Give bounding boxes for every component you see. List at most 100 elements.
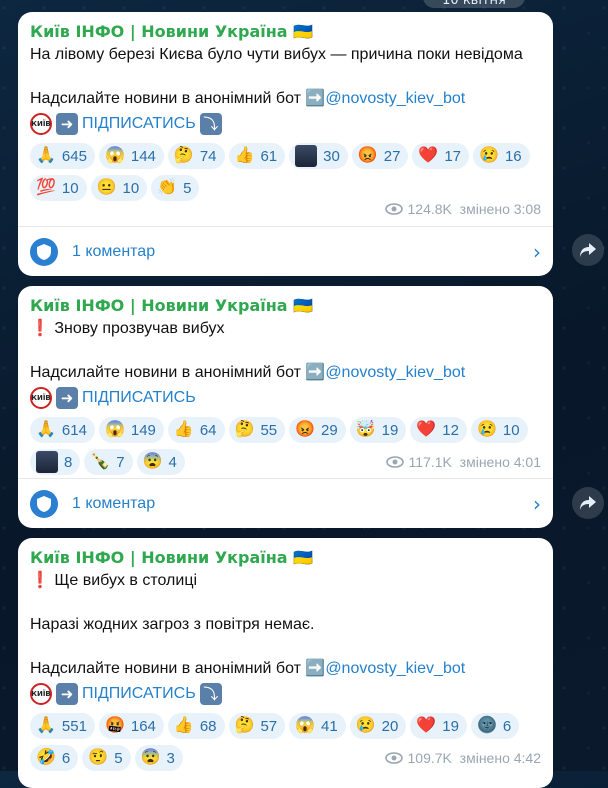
reaction-chip[interactable]: 👏 5 xyxy=(151,175,200,201)
reaction-chip[interactable]: ❤️ 12 xyxy=(410,417,467,443)
post-time: змінено 3:08 xyxy=(459,201,541,217)
post-time: змінено 4:01 xyxy=(459,454,541,470)
reaction-emoji: 😢 xyxy=(479,147,499,164)
reaction-chip[interactable]: 😢 20 xyxy=(349,713,407,739)
reaction-chip[interactable]: 😡 27 xyxy=(351,143,409,169)
channel-name[interactable]: Київ ІНФО | Новини Україна 🇺🇦 xyxy=(30,294,541,318)
reaction-count: 5 xyxy=(183,179,192,197)
channel-name[interactable]: Київ ІНФО | Новини Україна 🇺🇦 xyxy=(30,20,541,44)
comments-bar[interactable]: 1 коментар › xyxy=(18,226,553,276)
subscribe-link[interactable]: ПІДПИСАТИСЬ xyxy=(82,389,196,407)
kyiv-logo-icon: КИЇВ xyxy=(30,387,52,409)
reaction-chip[interactable]: 😐 10 xyxy=(90,175,148,201)
reaction-chip[interactable]: ❤️ 19 xyxy=(410,713,467,739)
reaction-chip[interactable]: 🤣 6 xyxy=(30,745,79,771)
reaction-chip[interactable]: 🤬 164 xyxy=(98,713,164,739)
chevron-right-icon[interactable]: › xyxy=(533,492,541,516)
reaction-emoji: 🤣 xyxy=(36,749,56,766)
reaction-emoji: 🙏 xyxy=(36,147,56,164)
reaction-emoji: 😱 xyxy=(295,717,316,734)
reaction-chip[interactable]: 😨 4 xyxy=(136,449,185,475)
reaction-count: 10 xyxy=(61,179,79,197)
reaction-chip[interactable]: 👍 64 xyxy=(167,417,225,443)
reaction-chip[interactable]: 😢 10 xyxy=(470,417,528,443)
reaction-emoji: 😡 xyxy=(295,421,316,438)
reaction-chip[interactable]: 🙏 551 xyxy=(30,713,95,739)
reaction-emoji: 🙏 xyxy=(36,717,56,734)
reaction-chip[interactable]: 8 xyxy=(30,449,81,475)
reaction-count: 27 xyxy=(383,147,401,165)
reaction-chip[interactable]: 💯 10 xyxy=(30,175,87,201)
reaction-emoji: ❤️ xyxy=(418,147,439,164)
eye-icon xyxy=(385,456,404,468)
reaction-chip[interactable]: ❤️ 17 xyxy=(412,143,470,169)
bot-link[interactable]: @novosty_kiev_bot xyxy=(325,660,465,677)
reaction-chip[interactable]: 😱 144 xyxy=(98,143,164,169)
reaction-count: 6 xyxy=(61,749,71,767)
view-count: 117.1K xyxy=(408,454,452,470)
reaction-chip[interactable]: 🤔 57 xyxy=(228,713,286,739)
reaction-chip[interactable]: 🤔 74 xyxy=(167,143,225,169)
reaction-count: 3 xyxy=(166,749,175,767)
reaction-emoji: 😐 xyxy=(96,179,117,196)
reaction-emoji: 🤬 xyxy=(104,717,125,734)
bot-link[interactable]: @novosty_kiev_bot xyxy=(325,364,465,381)
reaction-emoji: 😨 xyxy=(142,453,163,470)
reaction-chip[interactable]: 🤨 5 xyxy=(82,745,131,771)
comments-bar[interactable]: 1 коментар › xyxy=(18,478,553,528)
comments-label[interactable]: 1 коментар xyxy=(72,495,533,513)
reaction-emoji: 😱 xyxy=(104,421,125,438)
reaction-count: 12 xyxy=(442,421,459,439)
reaction-emoji: 👍 xyxy=(234,147,255,164)
eye-icon xyxy=(384,752,403,764)
reaction-chip[interactable]: 🙏 645 xyxy=(30,143,95,169)
reaction-chip[interactable]: 😢 16 xyxy=(473,143,530,169)
post-1: Київ ІНФО | Новини Україна 🇺🇦 На лівому … xyxy=(18,12,553,276)
reaction-count: 41 xyxy=(321,717,338,735)
share-button[interactable] xyxy=(572,487,604,519)
subscribe-row[interactable]: КИЇВ ➜ ПІДПИСАТИСЬ ⤵ xyxy=(30,111,541,137)
reaction-count: 68 xyxy=(199,717,217,735)
reaction-count: 144 xyxy=(130,147,156,165)
reaction-chip[interactable]: 30 xyxy=(289,143,348,169)
reaction-emoji: 🤔 xyxy=(234,717,255,734)
subscribe-row[interactable]: КИЇВ ➜ ПІДПИСАТИСЬ ⤵ xyxy=(30,681,541,707)
reaction-chip[interactable]: 😨 3 xyxy=(134,745,183,771)
bot-link[interactable]: @novosty_kiev_bot xyxy=(325,90,465,107)
reaction-chip[interactable]: 😱 41 xyxy=(289,713,346,739)
reaction-chip[interactable]: 👍 68 xyxy=(167,713,225,739)
post-meta: 117.1K змінено 4:01 xyxy=(385,454,541,470)
reaction-chip[interactable]: 👍 61 xyxy=(228,143,286,169)
post-text: ❗ Знову прозвучав вибух xyxy=(30,320,225,337)
reaction-chip[interactable]: 🤔 55 xyxy=(228,417,286,443)
reaction-emoji: 🤯 xyxy=(355,421,376,438)
bot-line: Надсилайте новини в анонімний бот ➡️@nov… xyxy=(30,658,541,680)
reaction-chip[interactable]: 🤯 19 xyxy=(349,417,407,443)
reaction-emoji: 🤔 xyxy=(173,147,194,164)
reaction-count: 6 xyxy=(502,717,512,735)
comments-label[interactable]: 1 коментар xyxy=(72,243,533,261)
subscribe-row[interactable]: КИЇВ ➜ ПІДПИСАТИСЬ xyxy=(30,385,541,411)
reaction-count: 20 xyxy=(381,717,399,735)
reaction-count: 10 xyxy=(122,179,140,197)
reaction-emoji: 🍾 xyxy=(90,453,111,470)
reaction-emoji: ❤️ xyxy=(416,421,437,438)
reaction-chip[interactable]: 😱 149 xyxy=(98,417,164,443)
reaction-chip[interactable]: 🙏 614 xyxy=(30,417,95,443)
subscribe-link[interactable]: ПІДПИСАТИСЬ xyxy=(82,115,196,133)
reaction-count: 551 xyxy=(61,717,87,735)
date-pill: 10 квітня xyxy=(423,0,525,8)
post-2: Київ ІНФО | Новини Україна 🇺🇦 ❗ Знову пр… xyxy=(18,286,553,528)
reaction-chip[interactable]: 🌚 6 xyxy=(470,713,520,739)
post-meta: 124.8K змінено 3:08 xyxy=(384,201,541,217)
reaction-count: 8 xyxy=(64,453,73,471)
arrow-right-icon: ➜ xyxy=(56,387,78,409)
reaction-chip[interactable]: 🍾 7 xyxy=(84,449,133,475)
shield-icon xyxy=(30,237,58,266)
reaction-chip[interactable]: 😡 29 xyxy=(289,417,346,443)
chevron-right-icon[interactable]: › xyxy=(533,240,541,264)
reaction-count: 164 xyxy=(130,717,156,735)
subscribe-link[interactable]: ПІДПИСАТИСЬ xyxy=(82,685,196,703)
channel-name[interactable]: Київ ІНФО | Новини Україна 🇺🇦 xyxy=(30,546,541,570)
share-button[interactable] xyxy=(572,234,604,266)
